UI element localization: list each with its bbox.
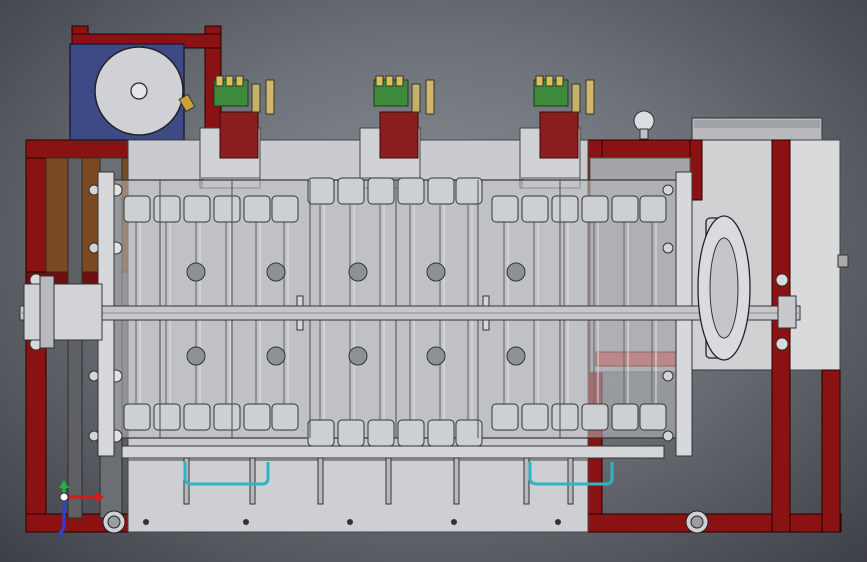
tool-head-bottom[interactable] [397,419,425,447]
machine-assembly-drawing: Z [19,25,849,545]
main-shaft[interactable] [19,305,801,321]
valve-fitting [395,75,404,87]
support-leg [453,457,460,505]
valve-block [379,111,419,159]
base-screw-icon [451,519,457,525]
base-screw-icon [555,519,561,525]
cutting-disk[interactable] [266,346,286,366]
tool-head-top[interactable] [581,195,609,223]
tool-head-bottom[interactable] [183,403,211,431]
tool-head-top[interactable] [639,195,667,223]
tool-head-bottom[interactable] [337,419,365,447]
tool-head-bottom[interactable] [271,403,299,431]
tool-head-bottom[interactable] [581,403,609,431]
bolt-icon [662,430,674,442]
top-knob[interactable] [633,110,655,140]
base-screw-icon [347,519,353,525]
support-leg [567,457,574,505]
cutting-disk[interactable] [186,346,206,366]
valve-block [539,111,579,159]
valve-fitting [375,75,384,87]
valve-solenoid [411,83,421,113]
cutting-disk[interactable] [506,262,526,282]
tool-head-top[interactable] [551,195,579,223]
tool-head-bottom[interactable] [639,403,667,431]
base-screw-icon [243,519,249,525]
tool-head-top[interactable] [153,195,181,223]
tool-head-top[interactable] [427,177,455,205]
tool-head-top[interactable] [271,195,299,223]
right-caster-wheel[interactable] [685,510,709,534]
tool-head-bottom[interactable] [243,403,271,431]
tool-head-bottom[interactable] [427,419,455,447]
cutting-disk[interactable] [186,262,206,282]
tool-head-bottom[interactable] [491,403,519,431]
tool-head-top[interactable] [243,195,271,223]
support-leg [317,457,324,505]
bolt-icon [662,370,674,382]
valve-solenoid [251,83,261,113]
tool-head-top[interactable] [123,195,151,223]
cutting-disk[interactable] [348,262,368,282]
left-caster-wheel[interactable] [102,510,126,534]
base-screw-icon [143,519,149,525]
tool-head-top[interactable] [491,195,519,223]
valve-solenoid [425,79,435,115]
valve-fitting [535,75,544,87]
tool-head-bottom[interactable] [611,403,639,431]
cutting-disk[interactable] [426,262,446,282]
bolt-icon [662,242,674,254]
tool-head-bottom[interactable] [551,403,579,431]
frame-bolt-icon [775,337,789,351]
tool-head-top[interactable] [307,177,335,205]
valve-fitting [215,75,224,87]
tool-head-bottom[interactable] [307,419,335,447]
tool-head-bottom[interactable] [153,403,181,431]
left-bearing [23,283,103,341]
valve-solenoid [571,83,581,113]
valve-fitting [235,75,244,87]
valve-fitting [545,75,554,87]
tool-head-top[interactable] [367,177,395,205]
tool-head-top[interactable] [397,177,425,205]
valve-fitting [555,75,564,87]
cutting-disk[interactable] [348,346,368,366]
support-leg [523,457,530,505]
support-leg [249,457,256,505]
tool-head-top[interactable] [521,195,549,223]
tool-head-top[interactable] [611,195,639,223]
tool-head-top[interactable] [337,177,365,205]
valve-fitting [225,75,234,87]
tool-head-bottom[interactable] [213,403,241,431]
support-leg [385,457,392,505]
cad-viewport[interactable]: Z [0,0,867,562]
z-axis-label: Z [58,535,64,545]
valve-fitting [385,75,394,87]
drive-motor[interactable] [69,43,196,141]
frame-bolt-icon [775,273,789,287]
tool-head-top[interactable] [213,195,241,223]
tool-head-bottom[interactable] [521,403,549,431]
cutting-disk[interactable] [266,262,286,282]
valve-solenoid [585,79,595,115]
cutting-disk[interactable] [506,346,526,366]
valve-solenoid [265,79,275,115]
cutting-disk[interactable] [426,346,446,366]
valve-block [219,111,259,159]
bolt-icon [662,184,674,196]
tool-head-bottom[interactable] [123,403,151,431]
tool-head-bottom[interactable] [367,419,395,447]
tool-head-top[interactable] [183,195,211,223]
